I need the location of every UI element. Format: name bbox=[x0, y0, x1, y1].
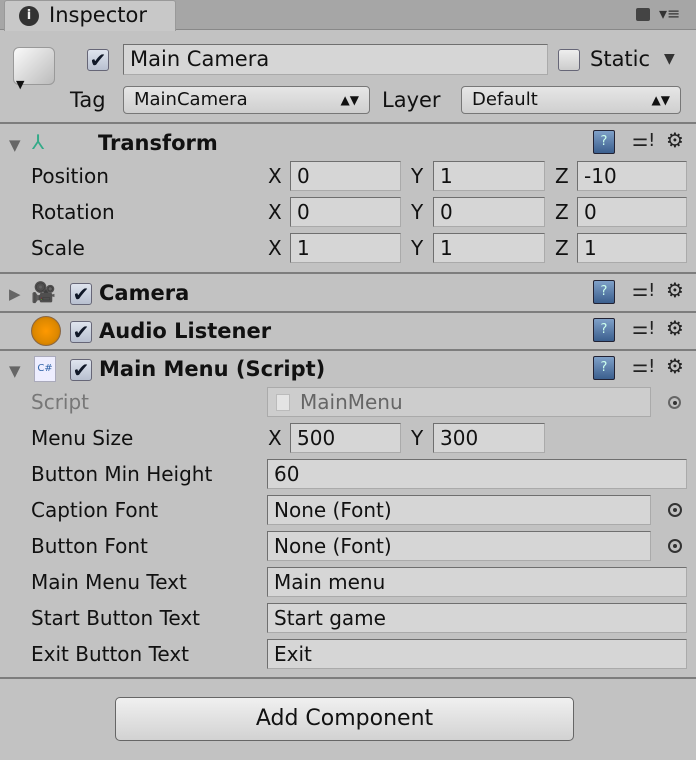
menu-icon[interactable]: ▾≡ bbox=[659, 4, 680, 23]
help-icon[interactable]: ? bbox=[593, 130, 615, 154]
start-button-text-field[interactable]: Start game bbox=[267, 603, 687, 633]
button-min-height-label: Button Min Height bbox=[31, 462, 213, 486]
axis-x-label: X bbox=[268, 426, 282, 450]
help-icon[interactable]: ? bbox=[593, 356, 615, 380]
scale-label: Scale bbox=[31, 236, 85, 260]
static-checkbox[interactable] bbox=[558, 49, 580, 71]
script-value: MainMenu bbox=[300, 390, 403, 414]
static-label: Static bbox=[590, 47, 651, 71]
main-menu-text-label: Main Menu Text bbox=[31, 570, 187, 594]
tag-value: MainCamera bbox=[134, 89, 248, 110]
script-label: Script bbox=[31, 390, 90, 414]
axis-x-label: X bbox=[268, 236, 282, 260]
layer-label: Layer bbox=[382, 88, 441, 112]
gear-icon[interactable]: ⚙ bbox=[666, 316, 684, 340]
axis-y-label: Y bbox=[411, 236, 424, 260]
tab-title: Inspector bbox=[49, 3, 147, 27]
gear-icon[interactable]: ⚙ bbox=[666, 354, 684, 378]
help-icon[interactable]: ? bbox=[593, 318, 615, 342]
scale-y-field[interactable]: 1 bbox=[433, 233, 545, 263]
menu-size-y-field[interactable]: 300 bbox=[433, 423, 545, 453]
static-dropdown-icon[interactable]: ▼ bbox=[664, 51, 675, 67]
component-title: Transform bbox=[98, 131, 218, 155]
preset-icon[interactable]: ⚌! bbox=[632, 130, 655, 151]
audio-listener-icon bbox=[31, 316, 61, 346]
axis-y-label: Y bbox=[411, 426, 424, 450]
scale-z-field[interactable]: 1 bbox=[577, 233, 687, 263]
axis-x-label: X bbox=[268, 164, 282, 188]
axis-y-label: Y bbox=[411, 164, 424, 188]
menu-size-label: Menu Size bbox=[31, 426, 134, 450]
exit-button-text-field[interactable]: Exit bbox=[267, 639, 687, 669]
main-menu-text-field[interactable]: Main menu bbox=[267, 567, 687, 597]
divider bbox=[0, 272, 696, 274]
help-icon[interactable]: ? bbox=[593, 280, 615, 304]
position-z-field[interactable]: -10 bbox=[577, 161, 687, 191]
menu-size-x-field[interactable]: 500 bbox=[290, 423, 401, 453]
tab-inspector[interactable]: i Inspector bbox=[4, 0, 176, 31]
tag-label: Tag bbox=[70, 88, 106, 112]
icon-dropdown-icon[interactable]: ▼ bbox=[16, 78, 24, 91]
rotation-y-field[interactable]: 0 bbox=[433, 197, 545, 227]
csharp-script-icon: C# bbox=[34, 356, 56, 382]
rotation-z-field[interactable]: 0 bbox=[577, 197, 687, 227]
foldout-collapsed-icon[interactable]: ▶ bbox=[9, 285, 21, 303]
axis-z-label: Z bbox=[555, 236, 569, 260]
button-min-height-field[interactable]: 60 bbox=[267, 459, 687, 489]
preset-icon[interactable]: ⚌! bbox=[632, 318, 655, 339]
divider bbox=[0, 349, 696, 351]
audio-enabled-checkbox[interactable]: ✔ bbox=[70, 321, 92, 343]
axis-x-label: X bbox=[268, 200, 282, 224]
gear-icon[interactable]: ⚙ bbox=[666, 128, 684, 152]
button-font-field[interactable]: None (Font) bbox=[267, 531, 651, 561]
layer-dropdown[interactable]: Default ▲▼ bbox=[461, 86, 681, 114]
foldout-expanded-icon[interactable]: ▼ bbox=[9, 136, 21, 154]
position-label: Position bbox=[31, 164, 109, 188]
axis-z-label: Z bbox=[555, 164, 569, 188]
button-font-label: Button Font bbox=[31, 534, 148, 558]
object-picker-icon[interactable] bbox=[668, 503, 682, 517]
add-component-button[interactable]: Add Component bbox=[115, 697, 574, 741]
updown-icon: ▲▼ bbox=[340, 93, 359, 107]
component-title: Camera bbox=[99, 281, 190, 305]
camera-icon: 🎥 bbox=[31, 280, 56, 304]
foldout-expanded-icon[interactable]: ▼ bbox=[9, 362, 21, 380]
divider bbox=[0, 311, 696, 313]
preset-icon[interactable]: ⚌! bbox=[632, 356, 655, 377]
caption-font-field[interactable]: None (Font) bbox=[267, 495, 651, 525]
object-picker-icon[interactable] bbox=[668, 396, 681, 409]
object-picker-icon[interactable] bbox=[668, 539, 682, 553]
divider bbox=[0, 122, 696, 124]
scale-x-field[interactable]: 1 bbox=[290, 233, 401, 263]
script-enabled-checkbox[interactable]: ✔ bbox=[70, 359, 92, 381]
info-icon: i bbox=[19, 6, 39, 26]
tag-dropdown[interactable]: MainCamera ▲▼ bbox=[123, 86, 370, 114]
layer-value: Default bbox=[472, 89, 538, 110]
start-button-text-label: Start Button Text bbox=[31, 606, 201, 630]
divider bbox=[0, 677, 696, 679]
rotation-label: Rotation bbox=[31, 200, 115, 224]
updown-icon: ▲▼ bbox=[651, 93, 670, 107]
lock-icon[interactable] bbox=[636, 8, 650, 21]
component-title: Main Menu (Script) bbox=[99, 357, 326, 381]
axis-z-label: Z bbox=[555, 200, 569, 224]
active-checkbox[interactable]: ✔ bbox=[87, 49, 109, 71]
gear-icon[interactable]: ⚙ bbox=[666, 278, 684, 302]
axis-y-label: Y bbox=[411, 200, 424, 224]
rotation-x-field[interactable]: 0 bbox=[290, 197, 401, 227]
exit-button-text-label: Exit Button Text bbox=[31, 642, 190, 666]
position-x-field[interactable]: 0 bbox=[290, 161, 401, 191]
caption-font-label: Caption Font bbox=[31, 498, 159, 522]
script-file-icon bbox=[276, 394, 290, 411]
position-y-field[interactable]: 1 bbox=[433, 161, 545, 191]
name-field[interactable]: Main Camera bbox=[123, 44, 548, 75]
preset-icon[interactable]: ⚌! bbox=[632, 280, 655, 301]
script-field: MainMenu bbox=[267, 387, 651, 417]
camera-enabled-checkbox[interactable]: ✔ bbox=[70, 283, 92, 305]
component-title: Audio Listener bbox=[99, 319, 272, 343]
transform-icon: ⅄ bbox=[32, 130, 45, 154]
